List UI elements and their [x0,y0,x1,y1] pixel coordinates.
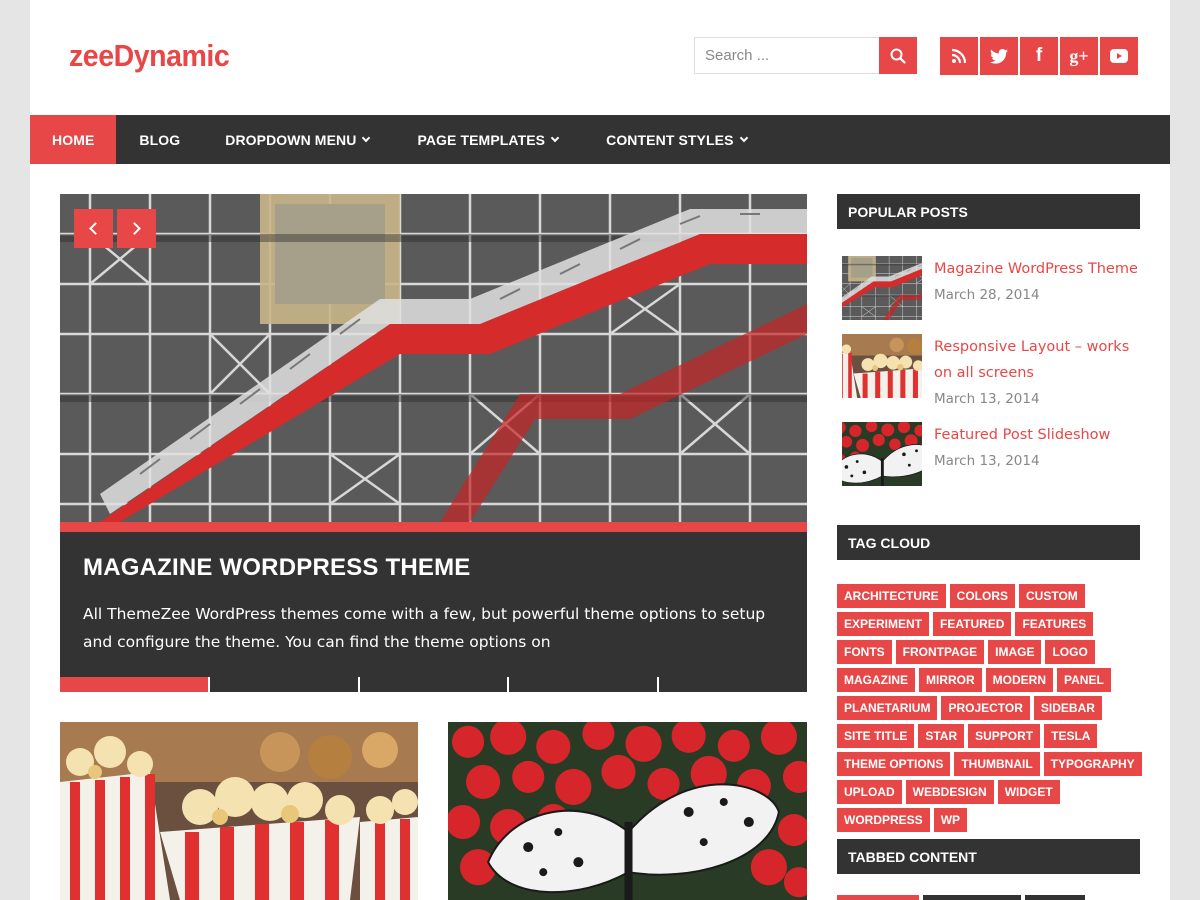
slider-dot[interactable] [509,677,658,692]
nav-blog[interactable]: BLOG [116,115,203,164]
tag-link[interactable]: WORDPRESS [837,808,930,832]
nav-page-templates[interactable]: PAGE TEMPLATES [391,115,583,164]
nav-content-styles[interactable]: CONTENT STYLES [583,115,768,164]
tab-popular[interactable] [837,895,919,900]
nav-home[interactable]: HOME [30,115,117,164]
rss-icon [951,48,967,64]
tag-link[interactable]: FEATURES [1015,612,1094,636]
nav-dropdown-menu[interactable]: DROPDOWN MENU [203,115,391,164]
chevron-down-icon [550,133,560,142]
chevron-down-icon [362,133,371,142]
slider-next-button[interactable] [117,209,156,248]
post-thumbnail[interactable] [842,422,922,486]
tag-link[interactable]: FRONTPAGE [895,640,985,664]
tag-link[interactable]: MAGAZINE [837,668,915,692]
tag-link[interactable]: WEBDESIGN [905,780,994,804]
tag-link[interactable]: UPLOAD [837,780,902,804]
youtube-button[interactable] [1100,37,1138,75]
widget-title-tabbed-content: TABBED CONTENT [837,839,1140,874]
twitter-icon [990,48,1008,64]
widget-title-popular-posts: POPULAR POSTS [837,194,1140,229]
tag-link[interactable]: ARCHITECTURE [837,584,946,608]
tab-comments[interactable] [1025,895,1085,900]
tag-cloud: ARCHITECTURE COLORS CUSTOM EXPERIMENT FEATUR… [837,584,1147,832]
tag-link[interactable]: THEME OPTIONS [837,752,951,776]
post-thumbnail[interactable] [842,334,922,398]
post-thumbnail[interactable] [842,256,922,320]
popular-post-title[interactable]: Featured Post Slideshow [934,422,1144,448]
twitter-button[interactable] [980,37,1018,75]
popular-post-title[interactable]: Responsive Layout – works on all screens [934,334,1144,386]
tab-bar [837,895,1085,900]
nav-content-styles-label: CONTENT STYLES [606,131,734,148]
facebook-button[interactable]: f [1020,37,1058,75]
slider-caption: MAGAZINE WORDPRESS THEME All ThemeZee Wo… [60,532,807,677]
tag-link[interactable]: STAR [918,724,965,748]
tag-link[interactable]: FEATURED [933,612,1012,636]
slider-image[interactable] [60,194,807,522]
slide-excerpt: All ThemeZee WordPress themes come with … [83,605,766,651]
tag-link[interactable]: PANEL [1057,668,1111,692]
tag-link[interactable]: LOGO [1045,640,1095,664]
tag-link[interactable]: WP [933,808,968,832]
rss-button[interactable] [940,37,978,75]
popular-post-date: March 28, 2014 [934,287,1040,303]
facebook-icon: f [1035,45,1043,66]
popular-post-title[interactable]: Magazine WordPress Theme [934,256,1144,282]
page: zeeDynamic f g+ [30,0,1170,900]
popular-post-date: March 13, 2014 [934,453,1040,469]
tag-link[interactable]: MODERN [985,668,1054,692]
post-thumbnail[interactable] [60,722,418,900]
slider-dot[interactable] [659,677,807,692]
chevron-left-icon [89,222,102,235]
post-thumbnail[interactable] [448,722,807,900]
social-icons: f g+ [940,37,1138,75]
tag-link[interactable]: SITE TITLE [837,724,915,748]
tag-link[interactable]: THUMBNAIL [954,752,1040,776]
tag-link[interactable]: IMAGE [988,640,1042,664]
tag-link[interactable]: PROJECTOR [941,696,1030,720]
tag-link[interactable]: COLORS [949,584,1016,608]
slider-accent-bar [60,522,807,532]
search-button[interactable] [879,37,917,74]
tag-link[interactable]: FONTS [837,640,892,664]
slide-title[interactable]: MAGAZINE WORDPRESS THEME [83,554,784,582]
search-icon [890,48,906,64]
slider-pagination [60,677,807,692]
slider-prev-button[interactable] [74,209,113,248]
nav-dropdown-menu-label: DROPDOWN MENU [225,131,357,148]
nav-page-templates-label: PAGE TEMPLATES [417,131,546,148]
search-input[interactable] [694,37,879,74]
slider-dot[interactable] [60,677,208,692]
tag-link[interactable]: TYPOGRAPHY [1043,752,1142,776]
nav-blog-label: BLOG [139,131,181,148]
tag-link[interactable]: EXPERIMENT [837,612,930,636]
popular-post-date: March 13, 2014 [934,391,1040,407]
youtube-icon [1110,49,1128,63]
main-navigation: HOME BLOG DROPDOWN MENU PAGE TEMPLATES C… [30,115,1170,164]
tag-link[interactable]: SUPPORT [968,724,1041,748]
tag-link[interactable]: PLANETARIUM [837,696,938,720]
tag-link[interactable]: WIDGET [997,780,1060,804]
tag-link[interactable]: MIRROR [919,668,982,692]
search-form [694,37,917,74]
widget-title-tag-cloud: TAG CLOUD [837,525,1140,560]
google-plus-icon: g+ [1069,45,1089,66]
slider-dot[interactable] [209,677,358,692]
google-plus-button[interactable]: g+ [1060,37,1098,75]
tab-recent[interactable] [923,895,1021,900]
nav-home-label: HOME [52,131,95,148]
tag-link[interactable]: TESLA [1044,724,1098,748]
chevron-down-icon [739,133,748,142]
tag-link[interactable]: SIDEBAR [1033,696,1102,720]
tag-link[interactable]: CUSTOM [1019,584,1085,608]
site-logo[interactable]: zeeDynamic [69,38,230,74]
chevron-right-icon [128,222,141,235]
slider-dot[interactable] [359,677,508,692]
